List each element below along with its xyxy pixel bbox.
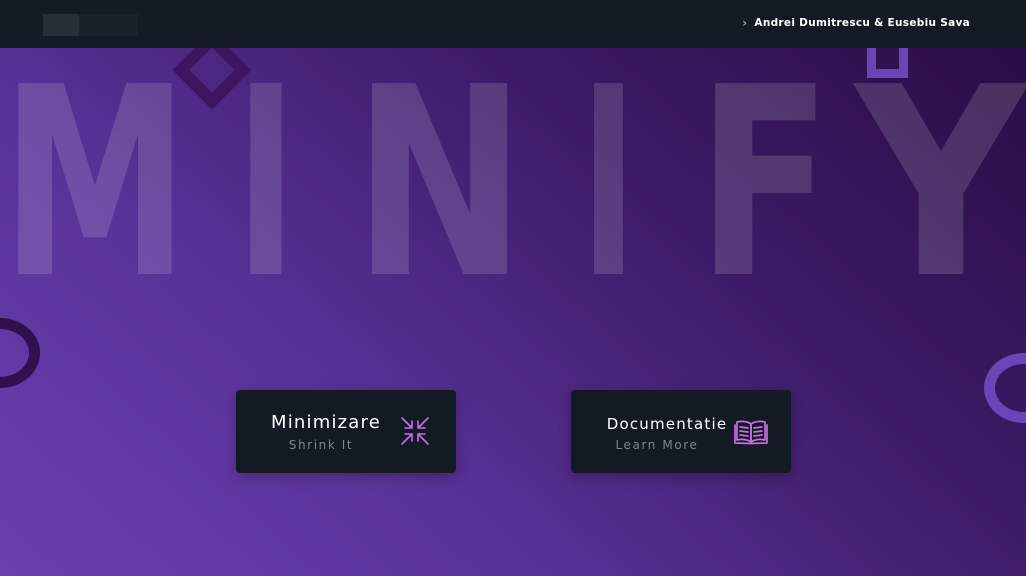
documentation-subtitle: Learn More (615, 438, 699, 452)
top-navbar: › Andrei Dumitrescu & Eusebiu Sava (0, 0, 1026, 48)
square-outline-shape (867, 48, 908, 78)
logo[interactable] (43, 14, 138, 36)
ring-shape-left (0, 318, 40, 388)
hero-letter-f: F (697, 57, 832, 307)
hero-letter-i: I (235, 57, 297, 307)
logo-text-block (79, 14, 138, 36)
documentation-title: Documentatie (606, 415, 728, 433)
open-book-icon (734, 420, 768, 445)
minimize-button[interactable]: Minimizare Shrink It (236, 390, 456, 473)
chevron-right-icon: › (742, 16, 748, 30)
minimize-subtitle: Shrink It (288, 438, 354, 452)
ring-shape-right (984, 353, 1026, 423)
minimize-title: Minimizare (270, 412, 382, 433)
documentation-button[interactable]: Documentatie Learn More (571, 390, 791, 473)
hero-letter-n: N (353, 57, 526, 307)
hero-letter-m: M (1, 57, 189, 307)
authors-text: Andrei Dumitrescu & Eusebiu Sava (754, 17, 970, 29)
hero-watermark: M I N I F Y (1, 57, 1026, 307)
logo-mark (43, 14, 79, 36)
hero-letter-y: Y (851, 57, 1026, 307)
authors-link[interactable]: › Andrei Dumitrescu & Eusebiu Sava (742, 17, 970, 29)
shrink-arrows-icon (401, 417, 429, 445)
hero-letter-i-2: I (580, 57, 637, 307)
